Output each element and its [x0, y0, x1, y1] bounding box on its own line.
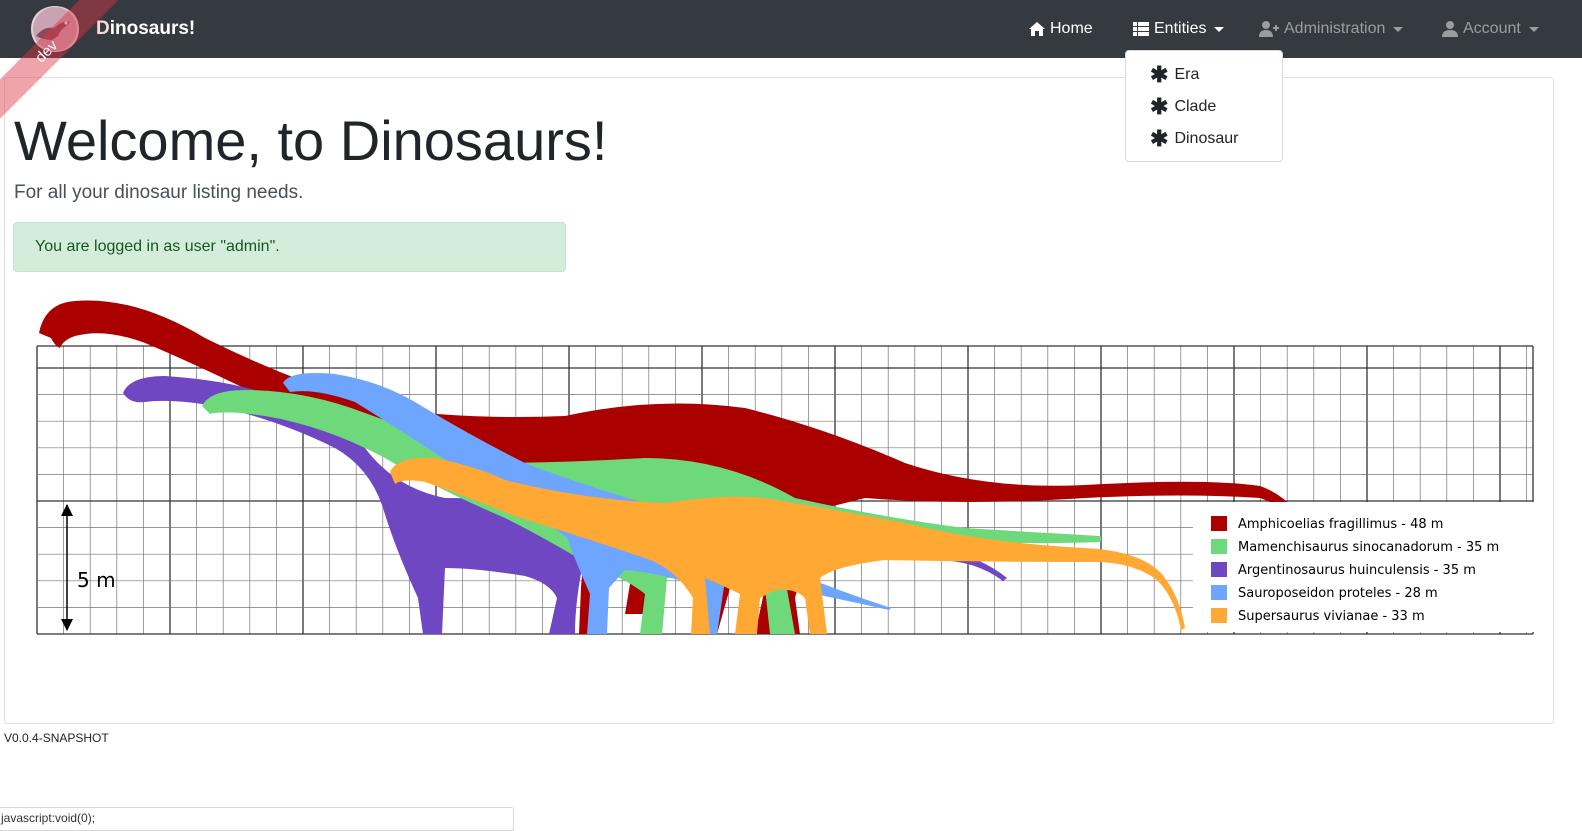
navbar: Dinosaurs! Home Entities Administration …: [0, 0, 1582, 58]
menu-item-dinosaur[interactable]: ✱ Dinosaur: [1126, 123, 1282, 155]
menu-item-era[interactable]: ✱ Era: [1126, 59, 1282, 91]
nav-account-label: Account: [1463, 20, 1521, 37]
page-title: Welcome, to Dinosaurs!: [14, 109, 608, 172]
asterisk-icon: ✱: [1150, 126, 1169, 151]
brand-title-rest: inosaurs!: [109, 18, 196, 39]
login-alert: You are logged in as user "admin".: [13, 222, 566, 272]
nav-home[interactable]: Home: [1028, 0, 1093, 58]
asterisk-icon: ✱: [1150, 94, 1169, 119]
legend-swatch: [1211, 562, 1227, 577]
legend-swatch: [1211, 608, 1227, 623]
nav-entities-label: Entities: [1154, 20, 1207, 37]
menu-item-label: Clade: [1174, 98, 1217, 115]
user-plus-icon: [1259, 21, 1279, 37]
brand-title-first-letter: D: [96, 18, 110, 39]
table-list-icon: [1133, 22, 1149, 36]
scale-label: 5 m: [77, 568, 116, 592]
brand-title: Dinosaurs!: [96, 18, 195, 40]
legend-item-argentinosaurus: Argentinosaurus huinculensis - 35 m: [1238, 563, 1476, 578]
legend-swatch: [1211, 539, 1227, 554]
legend-item-amphicoelias: Amphicoelias fragillimus - 48 m: [1238, 517, 1443, 532]
legend-item-sauroposeidon: Sauroposeidon proteles - 28 m: [1238, 586, 1438, 601]
page-lead: For all your dinosaur listing needs.: [14, 182, 304, 203]
asterisk-icon: ✱: [1150, 62, 1169, 87]
menu-item-label: Era: [1174, 66, 1200, 83]
nav-administration-label: Administration: [1284, 20, 1386, 37]
chevron-down-icon: [1214, 26, 1225, 32]
menu-item-label: Dinosaur: [1174, 130, 1239, 147]
nav-account[interactable]: Account: [1441, 0, 1539, 58]
legend-swatch: [1211, 516, 1227, 531]
browser-status-bar: javascript:void(0);: [0, 807, 514, 831]
user-icon: [1442, 21, 1458, 37]
chevron-down-icon: [1528, 26, 1539, 32]
version-label: V0.0.4-SNAPSHOT: [4, 731, 109, 745]
entities-dropdown-menu: ✱ Era ✱ Clade ✱ Dinosaur: [1125, 50, 1283, 162]
scale-arrow: [61, 504, 73, 631]
menu-item-clade[interactable]: ✱ Clade: [1126, 91, 1282, 123]
dinosaur-size-comparison-image: 5 m Amphicoelias fragillimus - 48 m Mame…: [36, 300, 1538, 635]
home-icon: [1029, 22, 1045, 36]
legend-item-supersaurus: Supersaurus vivianae - 33 m: [1238, 609, 1425, 624]
main-card: Welcome, to Dinosaurs! For all your dino…: [4, 77, 1554, 724]
legend-swatch: [1211, 585, 1227, 600]
legend-item-mamenchisaurus: Mamenchisaurus sinocanadorum - 35 m: [1238, 540, 1499, 555]
chevron-down-icon: [1393, 26, 1404, 32]
nav-home-label: Home: [1050, 20, 1093, 37]
